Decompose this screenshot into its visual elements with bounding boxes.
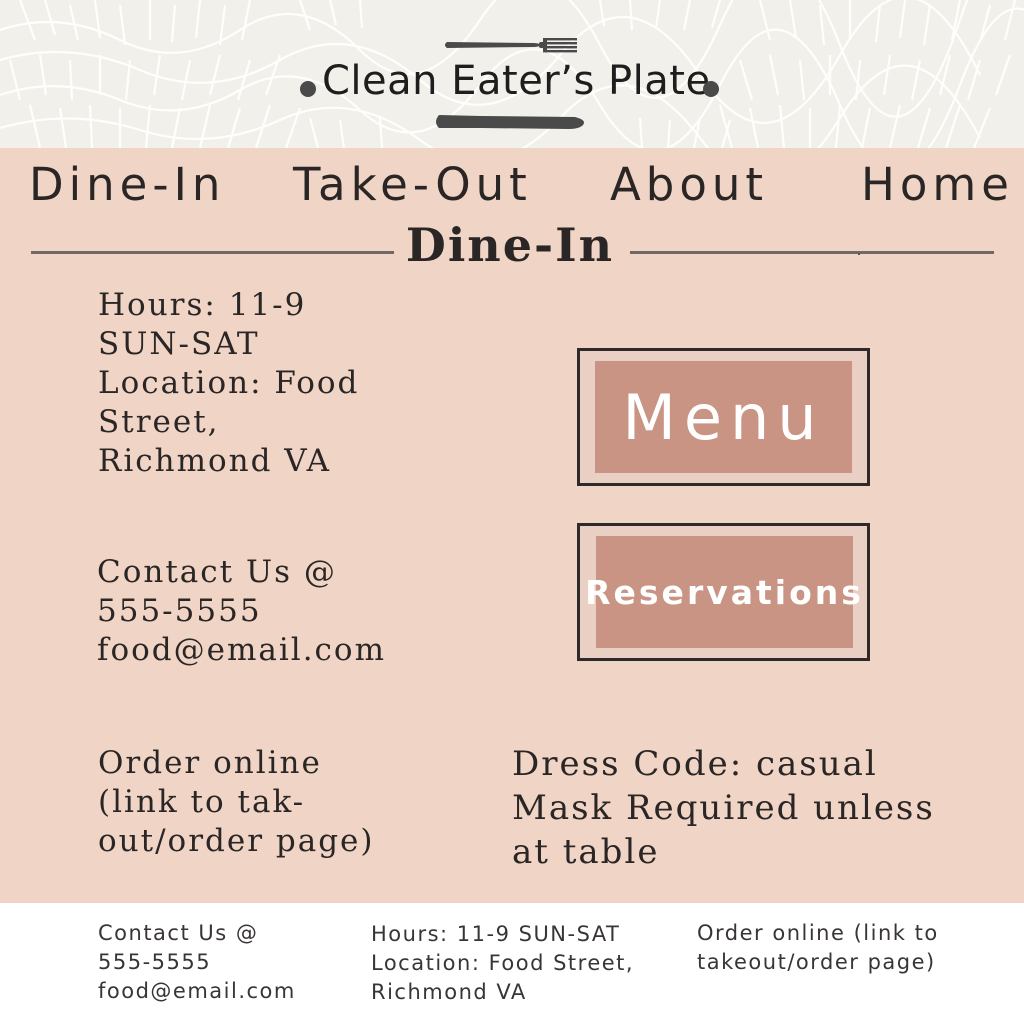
nav-dine-in[interactable]: Dine-In	[29, 158, 225, 211]
order-line: Order online	[98, 745, 322, 781]
nav-home[interactable]: Home	[861, 158, 1014, 211]
fork-icon	[445, 38, 577, 53]
footer-order-line: takeout/order page)	[697, 950, 936, 974]
site-footer: Contact Us @ 555-5555 food@email.com Hou…	[0, 903, 1024, 1024]
location-line: Street,	[98, 404, 220, 440]
logo-dot-left	[300, 81, 316, 97]
dress-line: Mask Required unless	[512, 788, 935, 828]
site-header: Clean Eater’s Plate	[0, 0, 1024, 148]
contact-info: Contact Us @ 555-5555 food@email.com	[97, 553, 386, 670]
hours-location: Hours: 11-9 SUN-SAT Location: Food Stree…	[98, 286, 359, 481]
dress-line: at table	[512, 832, 660, 872]
hours-line: SUN-SAT	[98, 326, 260, 362]
knife-icon	[436, 115, 584, 129]
footer-hours-line: Hours: 11-9 SUN-SAT	[371, 922, 621, 946]
menu-button[interactable]: Menu	[577, 348, 870, 486]
page-title: Dine-In	[405, 218, 615, 272]
footer-phone[interactable]: 555-5555	[98, 948, 296, 977]
dress-line: Dress Code: casual	[512, 744, 878, 784]
nav-take-out[interactable]: Take-Out	[293, 158, 532, 211]
order-online-link[interactable]: Order online (link to tak- out/order pag…	[98, 744, 375, 861]
footer-contact: Contact Us @ 555-5555 food@email.com	[98, 919, 296, 1006]
order-line: out/order page)	[98, 823, 375, 859]
divider-dot	[858, 253, 860, 255]
footer-location-line: Location: Food Street,	[371, 951, 635, 975]
footer-order-line: Order online (link to	[697, 921, 939, 945]
footer-location-line: Richmond VA	[371, 980, 527, 1004]
logo[interactable]: Clean Eater’s Plate	[0, 0, 1024, 148]
contact-phone[interactable]: 555-5555	[97, 592, 386, 631]
location-line: Richmond VA	[98, 443, 331, 479]
dress-code: Dress Code: casual Mask Required unless …	[512, 742, 935, 874]
footer-hours: Hours: 11-9 SUN-SAT Location: Food Stree…	[371, 920, 634, 1007]
contact-heading: Contact Us @	[97, 554, 337, 590]
menu-button-label: Menu	[595, 361, 852, 473]
heading-rule-left	[31, 251, 394, 254]
footer-order-online-link[interactable]: Order online (link to takeout/order page…	[697, 919, 939, 977]
brand-title: Clean Eater’s Plate	[322, 58, 711, 104]
heading-rule-right	[630, 251, 994, 254]
contact-email[interactable]: food@email.com	[97, 631, 386, 670]
reservations-button-label: Reservations	[585, 536, 861, 648]
hours-line: Hours: 11-9	[98, 287, 307, 323]
nav-about[interactable]: About	[610, 158, 768, 211]
footer-email[interactable]: food@email.com	[98, 977, 296, 1006]
order-line: (link to tak-	[98, 784, 306, 820]
footer-contact-line: Contact Us @	[98, 921, 259, 945]
location-line: Location: Food	[98, 365, 360, 401]
logo-dot-right	[703, 81, 719, 97]
reservations-button[interactable]: Reservations	[577, 523, 870, 661]
